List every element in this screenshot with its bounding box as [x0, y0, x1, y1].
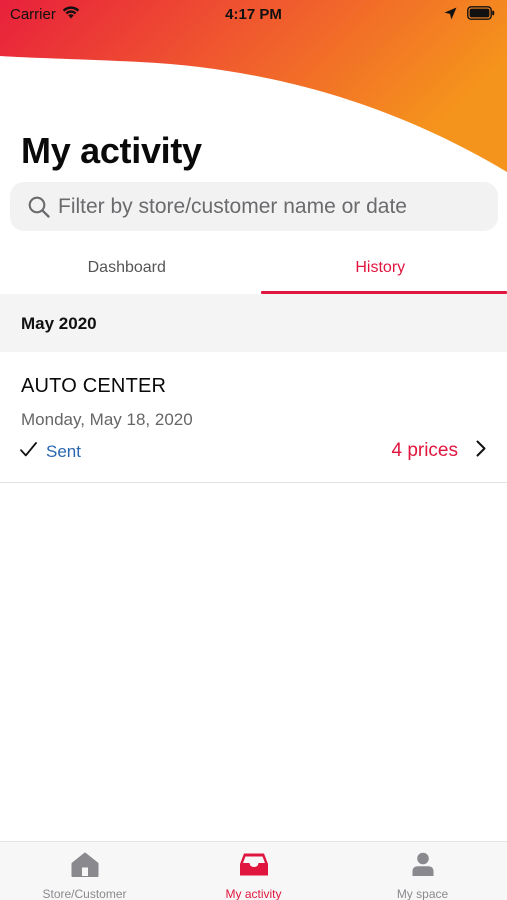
prices-link[interactable]: 4 prices: [391, 440, 486, 462]
checkmark-icon: [20, 442, 37, 462]
home-icon: [71, 852, 99, 882]
inbox-tray-icon: [239, 852, 269, 882]
month-section-title: May 2020: [21, 314, 97, 333]
chevron-right-icon: [476, 440, 486, 462]
tabbar-item-my-activity[interactable]: My activity: [169, 842, 338, 900]
activity-list-item[interactable]: AUTO CENTER Monday, May 18, 2020 Sent 4 …: [0, 352, 507, 483]
tab-history-label: History: [355, 259, 406, 276]
status-bar: Carrier 4:17 PM: [0, 0, 507, 30]
status-label: Sent: [46, 442, 81, 461]
person-icon: [411, 852, 435, 882]
prices-count: 4 prices: [391, 440, 458, 461]
location-arrow-icon: [444, 7, 457, 24]
status-right-icons: [444, 6, 495, 24]
tab-dashboard[interactable]: Dashboard: [0, 248, 254, 294]
tab-history[interactable]: History: [254, 248, 507, 294]
store-name: AUTO CENTER: [21, 375, 167, 397]
status-time: 4:17 PM: [225, 6, 282, 23]
tabbar-item-store-customer[interactable]: Store/Customer: [0, 842, 169, 900]
search-icon: [28, 196, 50, 218]
tabbar-label-my-space: My space: [396, 887, 449, 900]
battery-icon: [467, 6, 495, 24]
page-title: My activity: [21, 130, 202, 171]
search-input[interactable]: [58, 194, 478, 219]
tabbar-label-my-activity: My activity: [225, 887, 282, 900]
tab-dashboard-label: Dashboard: [87, 259, 166, 276]
tabbar-item-my-space[interactable]: My space: [338, 842, 507, 900]
tabbar-label-store-customer: Store/Customer: [42, 887, 127, 900]
bottom-tab-bar: Store/Customer My activity My space: [0, 841, 507, 900]
activity-tabs: Dashboard History: [0, 248, 507, 294]
activity-date: Monday, May 18, 2020: [21, 410, 193, 429]
month-section-header: May 2020: [0, 294, 507, 352]
search-bar[interactable]: [10, 182, 498, 231]
sent-status: Sent: [20, 442, 81, 462]
